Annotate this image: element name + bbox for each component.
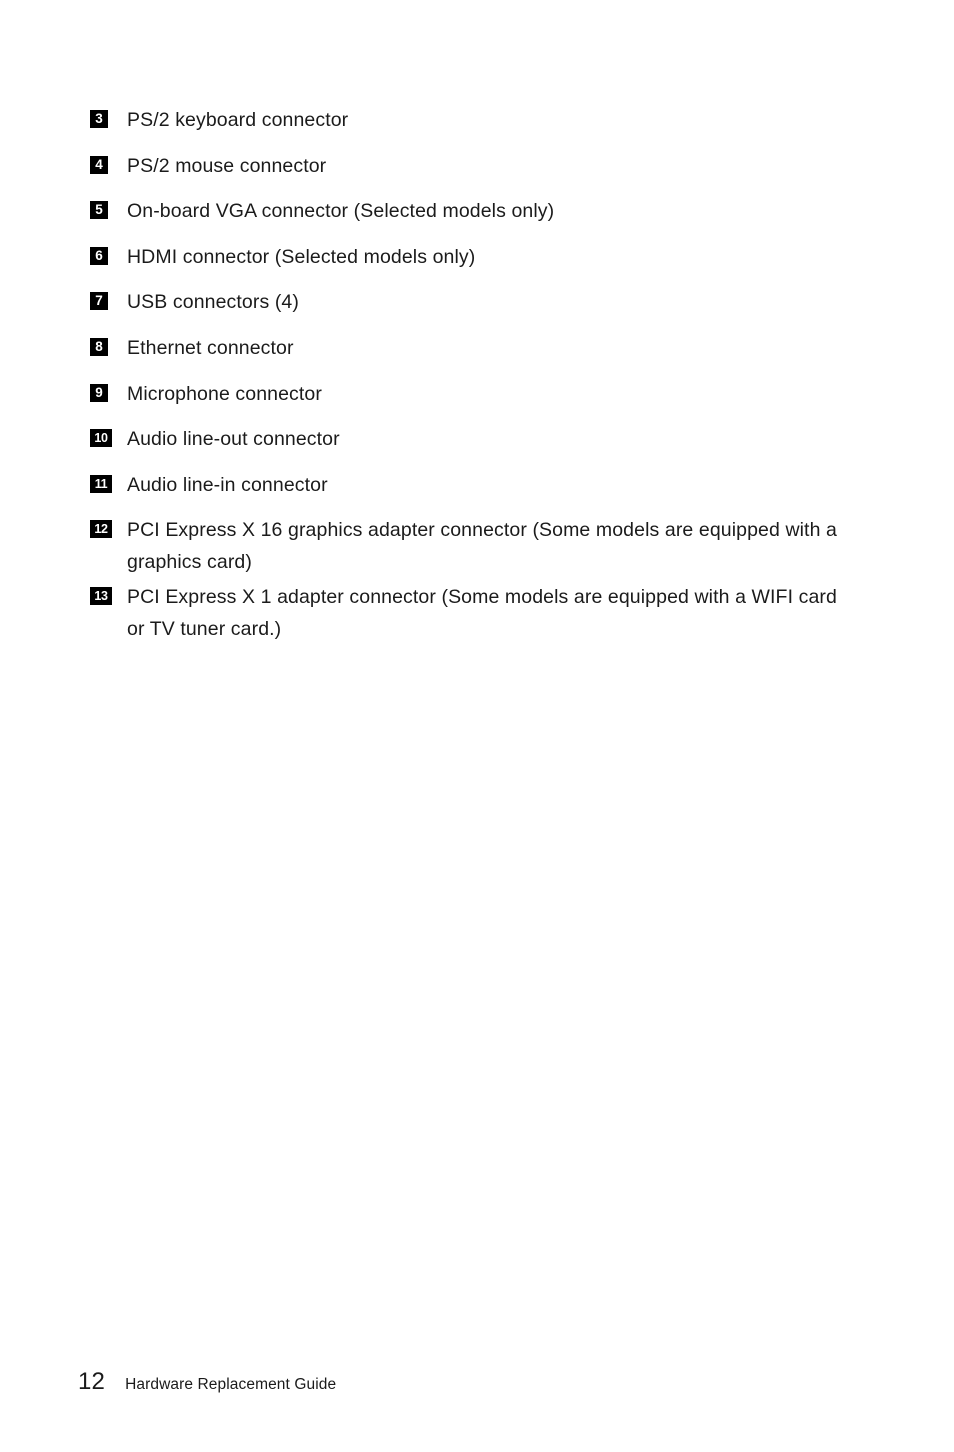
page-footer: 12 Hardware Replacement Guide xyxy=(78,1368,336,1399)
list-item: 6 HDMI connector (Selected models only) xyxy=(90,241,890,273)
footer-page-number: 12 xyxy=(78,1368,106,1395)
list-item-number-badge: 7 xyxy=(90,292,108,311)
list-item-label: PS/2 mouse connector xyxy=(127,154,327,177)
list-item: 8 Ethernet connector xyxy=(90,332,890,364)
list-item-number-badge: 12 xyxy=(90,520,112,539)
list-item: 3 PS/2 keyboard connector xyxy=(90,104,890,136)
list-item-number-badge: 10 xyxy=(90,429,112,448)
list-item-label: On-board VGA connector (Selected models … xyxy=(127,200,555,223)
list-item-number-badge: 5 xyxy=(90,201,108,220)
list-item-number-badge: 4 xyxy=(90,155,108,174)
connector-legend-list: 3 PS/2 keyboard connector 4 PS/2 mouse c… xyxy=(90,104,890,648)
list-item: 5 On-board VGA connector (Selected model… xyxy=(90,195,890,227)
list-item-number-badge: 9 xyxy=(90,383,108,402)
list-item-number-badge: 6 xyxy=(90,246,108,265)
list-item: 12 PCI Express X 16 graphics adapter con… xyxy=(90,514,890,578)
list-item-label: HDMI connector (Selected models only) xyxy=(127,245,476,268)
list-item: 13 PCI Express X 1 adapter connector (So… xyxy=(90,581,890,645)
list-item-label: USB connectors (4) xyxy=(127,291,299,314)
list-item-label: Ethernet connector xyxy=(127,336,294,359)
list-item: 9 Microphone connector xyxy=(90,378,890,410)
footer-document-title: Hardware Replacement Guide xyxy=(125,1376,337,1393)
list-item-label: Audio line-in connector xyxy=(127,473,328,496)
document-page: 3 PS/2 keyboard connector 4 PS/2 mouse c… xyxy=(0,0,954,1452)
list-item-label: Microphone connector xyxy=(127,382,322,405)
list-item-label: Audio line-out connector xyxy=(127,428,340,451)
list-item-label: PCI Express X 16 graphics adapter connec… xyxy=(127,519,837,574)
list-item-number-badge: 3 xyxy=(90,110,108,128)
list-item-label: PS/2 keyboard connector xyxy=(127,109,349,131)
list-item-label: PCI Express X 1 adapter connector (Some … xyxy=(127,586,837,641)
list-item: 4 PS/2 mouse connector xyxy=(90,150,890,182)
list-item-number-badge: 13 xyxy=(90,587,112,606)
list-item: 11 Audio line-in connector xyxy=(90,469,890,501)
list-item: 10 Audio line-out connector xyxy=(90,423,890,455)
list-item: 7 USB connectors (4) xyxy=(90,286,890,318)
list-item-number-badge: 11 xyxy=(90,474,112,493)
list-item-number-badge: 8 xyxy=(90,337,108,356)
